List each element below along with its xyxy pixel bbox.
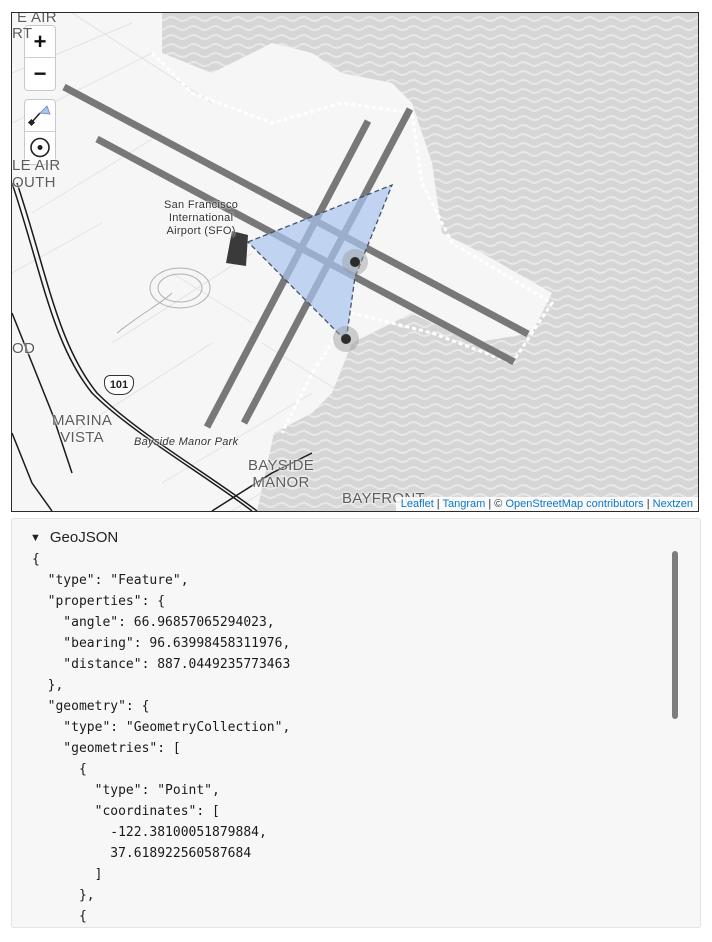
attribution-sep-1: | [433,498,443,510]
attribution-sep-3: | [643,498,653,510]
zoom-out-button[interactable]: − [25,58,55,89]
leaflet-link[interactable]: Leaflet [401,498,434,510]
geojson-panel: ▼ GeoJSON { "type": "Feature", "properti… [11,518,701,928]
draw-bearing-button[interactable] [25,100,55,132]
code-line: "geometry": { [32,699,150,714]
disclosure-triangle-icon: ▼ [30,531,41,544]
bearing-tool-icon [27,105,51,127]
code-line: "geometries": [ [32,741,181,756]
code-line: 37.618922560587684 [32,846,252,861]
geojson-summary[interactable]: ▼ GeoJSON [30,529,118,546]
basemap [12,13,698,511]
nextzen-link[interactable]: Nextzen [653,498,693,510]
code-line: "properties": { [32,594,166,609]
map-view[interactable]: + − San Francisco International Airport … [11,12,699,512]
code-line: "distance": 887.0449235773463 [32,657,291,672]
osm-link[interactable]: OpenStreetMap contributors [505,498,643,510]
label-bayside-manor: BAYSIDE MANOR [248,457,315,491]
code-line: -122.38100051879884, [32,825,267,840]
code-line: }, [32,678,64,693]
highway-101-shield: 101 [104,375,134,395]
code-line: "type": "Feature", [32,573,189,588]
airport-loop [116,267,211,334]
label-marina-vista: MARINA VISTA [52,412,113,446]
map-attribution: Leaflet | Tangram | © OpenStreetMap cont… [395,497,698,511]
point-marker-b[interactable] [333,326,359,352]
tangram-link[interactable]: Tangram [443,498,486,510]
code-line: }, [32,888,95,903]
geojson-code: { "type": "Feature", "properties": { "an… [32,549,652,927]
point-marker-a[interactable] [342,249,368,275]
draw-toolbar [24,99,56,165]
sfo-label: San Francisco International Airport (SFO… [164,199,238,238]
label-bayside-park: Bayside Manor Park [134,436,239,448]
code-line: ] [32,867,103,882]
code-line: { [32,552,40,567]
code-line: { [32,909,87,924]
geojson-summary-label: GeoJSON [49,529,119,546]
code-line: "angle": 66.96857065294023, [32,615,275,630]
label-rt: RT [12,25,33,42]
sfo-label-text: San Francisco International Airport (SFO… [164,199,239,237]
label-od: OD [12,340,36,357]
code-line: "type": "Point", [32,783,220,798]
label-air-top: E AIR [17,12,57,26]
label-outh: OUTH [12,174,56,191]
code-line: "coordinates": [ [32,804,220,819]
code-line: "type": "GeometryCollection", [32,720,291,735]
code-line: "bearing": 96.63998458311976, [32,636,291,651]
code-scrollbar[interactable] [672,551,678,719]
label-le-air: LE AIR [12,157,61,174]
attribution-sep-2: | © [485,498,506,510]
code-line: { [32,762,87,777]
